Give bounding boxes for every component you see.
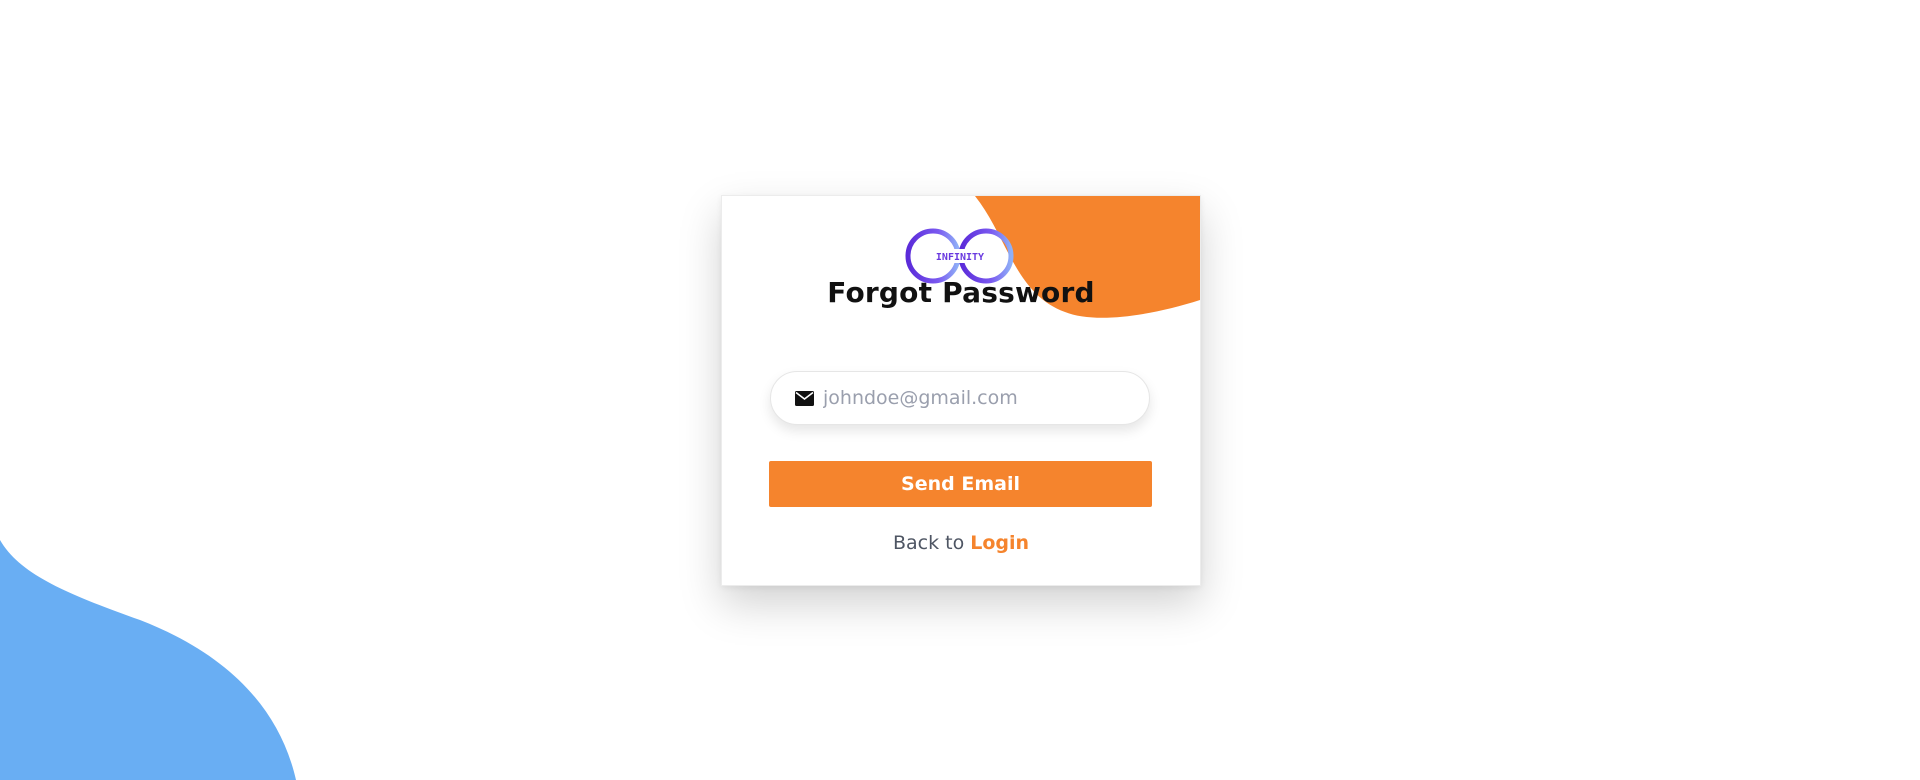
logo-text: INFINITY	[936, 252, 984, 263]
envelope-icon	[795, 391, 814, 406]
login-link[interactable]: Login	[970, 532, 1029, 554]
back-to-login-row: Back to Login	[722, 532, 1200, 554]
forgot-password-card: INFINITY Forgot Password Send Email Back…	[721, 195, 1201, 586]
email-field-container	[770, 371, 1150, 425]
back-to-text: Back to	[892, 532, 971, 554]
page-title: Forgot Password	[827, 276, 1095, 309]
email-input[interactable]	[823, 372, 1133, 424]
send-email-button[interactable]: Send Email	[769, 461, 1152, 507]
decorative-blue-blob	[0, 540, 296, 780]
page: INFINITY Forgot Password Send Email Back…	[0, 0, 1920, 780]
